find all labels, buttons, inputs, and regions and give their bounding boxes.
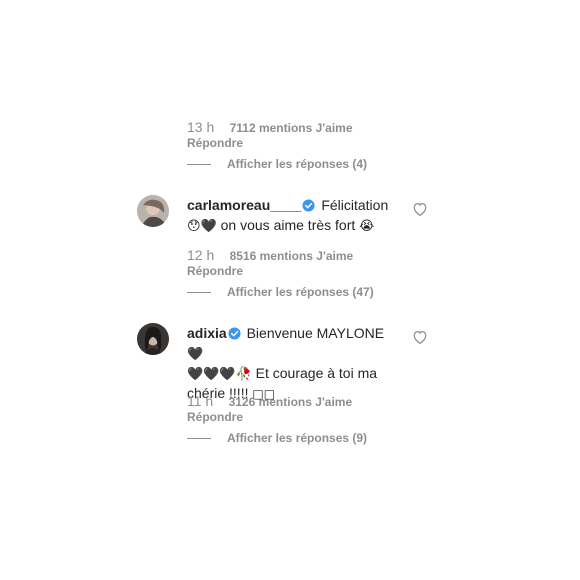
- replies-divider: [187, 438, 211, 440]
- avatar[interactable]: [137, 323, 169, 355]
- comment-text: adixia Bienvenue MAYLONE 🖤 🖤🖤🖤🥀 Et coura…: [187, 324, 397, 403]
- reply-button[interactable]: Répondre: [187, 136, 243, 150]
- likes-count[interactable]: 7112 mentions J'aime: [230, 121, 353, 135]
- comment-text-part: Bienvenue MAYLONE: [246, 325, 385, 341]
- reply-button[interactable]: Répondre: [187, 264, 243, 278]
- black-heart-emoji-icon: 🖤: [187, 347, 204, 362]
- verified-badge-icon: [228, 326, 241, 344]
- reply-button[interactable]: Répondre: [187, 410, 243, 424]
- black-heart-emoji-icon: 🖤: [200, 219, 217, 234]
- comment-text: carlamoreau____ Félicitation 😯🖤 on vous …: [187, 196, 397, 236]
- comment-time[interactable]: 13 h: [187, 119, 214, 135]
- view-replies-button[interactable]: Afficher les réponses (4): [187, 157, 367, 171]
- username[interactable]: adixia: [187, 325, 227, 341]
- likes-count[interactable]: 8516 mentions J'aime: [230, 249, 354, 263]
- comment-text-part: Félicitation: [321, 197, 389, 213]
- comment-meta: 12 h 8516 mentions J'aime: [187, 247, 353, 263]
- verified-badge-icon: [302, 198, 315, 216]
- like-heart-icon[interactable]: [413, 203, 427, 221]
- avatar[interactable]: [137, 195, 169, 227]
- view-replies-label: Afficher les réponses (47): [227, 285, 374, 299]
- wilted-rose-emoji-icon: 🥀: [235, 367, 252, 382]
- username[interactable]: carlamoreau____: [187, 197, 301, 213]
- black-hearts-emoji-icon: 🖤🖤🖤: [187, 367, 236, 382]
- view-replies-button[interactable]: Afficher les réponses (47): [187, 285, 374, 299]
- comment-meta: 13 h 7112 mentions J'aime: [187, 119, 353, 135]
- crying-emoji-icon: 😭: [359, 219, 375, 234]
- view-replies-button[interactable]: Afficher les réponses (9): [187, 431, 367, 445]
- astonished-emoji-icon: 😯: [187, 219, 201, 234]
- replies-divider: [187, 164, 211, 166]
- likes-count[interactable]: 3126 mentions J'aime: [229, 395, 353, 409]
- comment-time[interactable]: 12 h: [187, 247, 214, 263]
- comment-text-part: on vous aime très fort: [220, 217, 356, 233]
- comment-time[interactable]: 11 h: [187, 393, 213, 409]
- comment-meta: 11 h 3126 mentions J'aime: [187, 393, 352, 409]
- view-replies-label: Afficher les réponses (9): [227, 431, 368, 445]
- like-heart-icon[interactable]: [413, 331, 427, 349]
- replies-divider: [187, 292, 211, 294]
- view-replies-label: Afficher les réponses (4): [227, 157, 368, 171]
